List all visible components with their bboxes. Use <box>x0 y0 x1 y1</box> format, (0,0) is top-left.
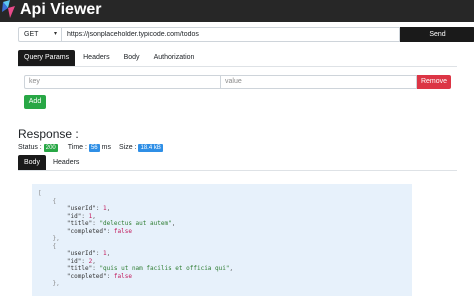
url-input[interactable] <box>62 27 400 42</box>
response-body-viewer[interactable]: [ { "userId": 1, "id": 1, "title": "dele… <box>32 184 412 296</box>
todo-completed: false <box>113 227 132 235</box>
todo-userid: 1 <box>103 205 107 212</box>
request-tabs: Query Params Headers Body Authorization <box>18 50 202 66</box>
response-stats: Status : 200 Time : 56 ms Size : 18.4 kB <box>18 143 173 152</box>
size-label: Size : <box>118 144 137 151</box>
request-bar: GET ▾ Send <box>18 27 474 42</box>
param-key-input[interactable]: key <box>24 75 221 89</box>
tab-authorization[interactable]: Authorization <box>148 50 201 66</box>
tab-body[interactable]: Body <box>118 50 146 66</box>
size-badge: 18.4 kB <box>138 143 163 152</box>
todo-id: 2 <box>88 257 93 265</box>
todo-userid: 1 <box>103 250 107 257</box>
status-badge: 200 <box>43 143 58 152</box>
app-title: Api Viewer <box>20 1 102 18</box>
response-heading: Response : <box>18 127 79 141</box>
send-button[interactable]: Send <box>400 27 474 42</box>
response-tabs-divider <box>18 170 457 171</box>
status-stat: Status : 200 <box>18 143 60 152</box>
tab-headers[interactable]: Headers <box>77 50 115 66</box>
param-value-input[interactable]: value <box>221 75 417 89</box>
method-select[interactable]: GET ▾ <box>18 27 62 42</box>
method-value: GET <box>24 31 39 38</box>
time-unit: ms <box>101 144 111 151</box>
tab-response-body[interactable]: Body <box>18 155 46 170</box>
query-param-row: key value Remove <box>24 75 451 89</box>
size-stat: Size : 18.4 kB <box>119 143 165 152</box>
response-tabs: Body Headers <box>18 155 86 170</box>
time-badge: 56 <box>88 143 100 152</box>
top-navbar: Api Viewer <box>0 0 474 22</box>
todo-title: "delectus aut autem" <box>99 220 172 227</box>
add-param-button[interactable]: Add <box>24 95 46 109</box>
chevron-down-icon: ▾ <box>53 31 57 37</box>
status-label: Status : <box>18 144 42 151</box>
todo-title: "quis ut nam facilis et officia qui" <box>99 265 230 272</box>
tab-query-params[interactable]: Query Params <box>18 50 76 66</box>
todo-id: 1 <box>88 212 93 220</box>
tabs-divider <box>18 66 457 67</box>
tab-response-headers[interactable]: Headers <box>47 155 85 170</box>
app-logo-icon <box>2 0 15 18</box>
remove-param-button[interactable]: Remove <box>417 75 451 89</box>
time-label: Time : <box>67 144 87 151</box>
json-output: [ { "userId": 1, "id": 1, "title": "dele… <box>38 190 234 287</box>
todo-completed: false <box>113 272 132 280</box>
time-stat: Time : 56 ms <box>68 143 111 152</box>
